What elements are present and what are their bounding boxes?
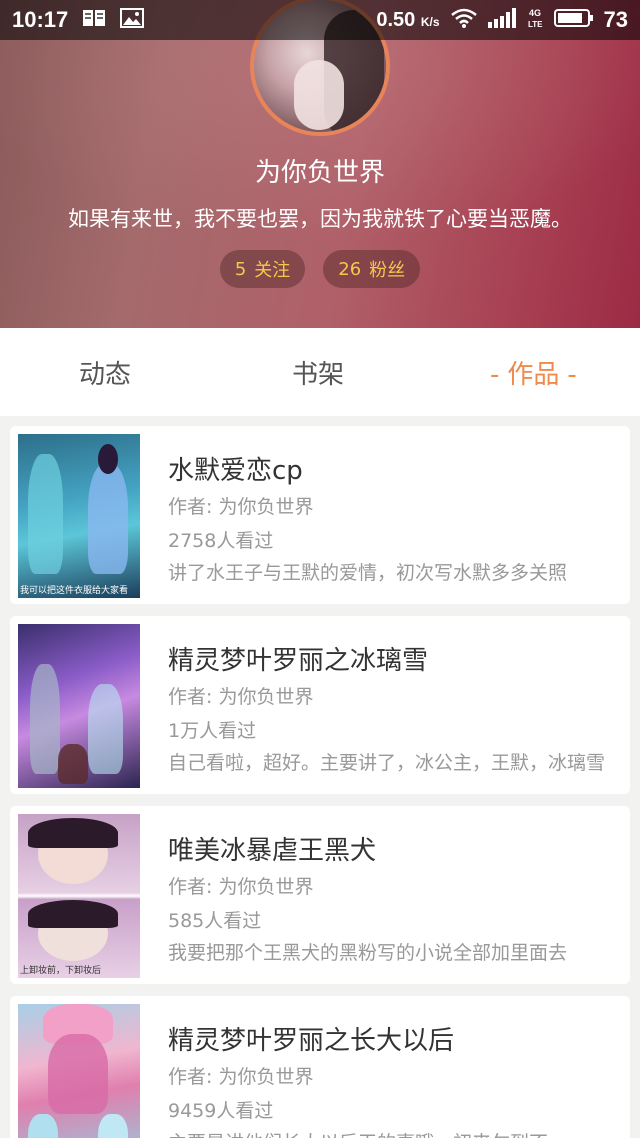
work-title: 精灵梦叶罗丽之冰璃雪 — [168, 646, 429, 676]
work-author: 作者: 为你负世界 — [168, 876, 314, 898]
work-title: 水默爱恋cp — [168, 456, 303, 486]
work-card[interactable]: 精灵梦叶罗丽之长大以后 作者: 为你负世界 9459人看过 主要是讲他们长大以后… — [10, 996, 630, 1138]
work-author: 作者: 为你负世界 — [168, 686, 314, 708]
signature: 如果有来世，我不要也罢，因为我就铁了心要当恶魔。 — [68, 207, 572, 231]
work-views: 585人看过 — [168, 910, 262, 932]
cover-caption: 我可以把这件衣服给大家看 — [20, 586, 129, 596]
works-list: 我可以把这件衣服给大家看 水默爱恋cp 作者: 为你负世界 2758人看过 讲了… — [10, 426, 630, 1138]
followers-label: 粉丝 — [369, 260, 406, 281]
book-cover-image — [18, 624, 140, 788]
battery-icon — [553, 8, 594, 33]
profile-header: 10:17 0.50 K/s 4G LTE 73 为你负世界 如果有来世，我不要… — [0, 0, 640, 328]
book-cover-image — [18, 1004, 140, 1138]
network-speed: 0.50 K/s — [376, 8, 440, 31]
work-description: 自己看啦，超好。主要讲了，冰公主，王默，冰璃雪 — [168, 752, 606, 774]
tab-bookshelf[interactable]: 书架 — [292, 354, 344, 391]
work-card[interactable]: 我可以把这件衣服给大家看 水默爱恋cp 作者: 为你负世界 2758人看过 讲了… — [10, 426, 630, 604]
following-count: 5 — [234, 258, 247, 280]
tab-activity[interactable]: 动态 — [79, 354, 131, 391]
profile-tabs: 动态 书架 - 作品 - — [0, 328, 640, 416]
work-views: 9459人看过 — [168, 1100, 274, 1122]
work-author: 作者: 为你负世界 — [168, 496, 314, 518]
work-views: 1万人看过 — [168, 720, 257, 742]
tab-works[interactable]: - 作品 - — [482, 354, 585, 391]
work-author: 作者: 为你负世界 — [168, 1066, 314, 1088]
book-cover-image: 我可以把这件衣服给大家看 — [18, 434, 140, 598]
work-views: 2758人看过 — [168, 530, 274, 552]
status-bar: 10:17 0.50 K/s 4G LTE 73 — [0, 0, 640, 40]
image-notification-icon — [120, 8, 145, 32]
wifi-icon — [450, 7, 478, 34]
profile-stats: 5 关注 26 粉丝 — [0, 250, 640, 288]
following-label: 关注 — [254, 260, 291, 281]
cover-caption: 上卸妆前，下卸妆后 — [20, 966, 102, 976]
status-time: 10:17 — [12, 7, 69, 32]
reader-notification-icon — [82, 8, 106, 32]
active-indicator-left: - — [490, 360, 500, 390]
work-card[interactable]: 上卸妆前，下卸妆后 唯美冰暴虐王黑犬 作者: 为你负世界 585人看过 我要把那… — [10, 806, 630, 984]
work-description: 我要把那个王黑犬的黑粉写的小说全部加里面去 — [168, 942, 568, 964]
work-description: 讲了水王子与王默的爱情，初次写水默多多关照 — [168, 562, 568, 584]
followers-count: 26 — [338, 258, 362, 280]
book-cover-image: 上卸妆前，下卸妆后 — [18, 814, 140, 978]
svg-text:LTE: LTE — [528, 20, 543, 29]
lte-icon: 4G LTE — [528, 7, 544, 34]
followers-button[interactable]: 26 粉丝 — [323, 250, 421, 288]
active-indicator-right: - — [567, 360, 577, 390]
username: 为你负世界 — [254, 158, 385, 188]
work-title: 唯美冰暴虐王黑犬 — [168, 836, 377, 866]
battery-percent: 73 — [603, 7, 628, 32]
svg-text:4G: 4G — [529, 8, 541, 18]
work-title: 精灵梦叶罗丽之长大以后 — [168, 1026, 455, 1056]
work-card[interactable]: 精灵梦叶罗丽之冰璃雪 作者: 为你负世界 1万人看过 自己看啦，超好。主要讲了，… — [10, 616, 630, 794]
work-description: 主要是讲他们长大以后干的事哦，初来乍到不 — [168, 1128, 614, 1138]
following-button[interactable]: 5 关注 — [219, 250, 306, 288]
signal-icon — [487, 7, 518, 33]
